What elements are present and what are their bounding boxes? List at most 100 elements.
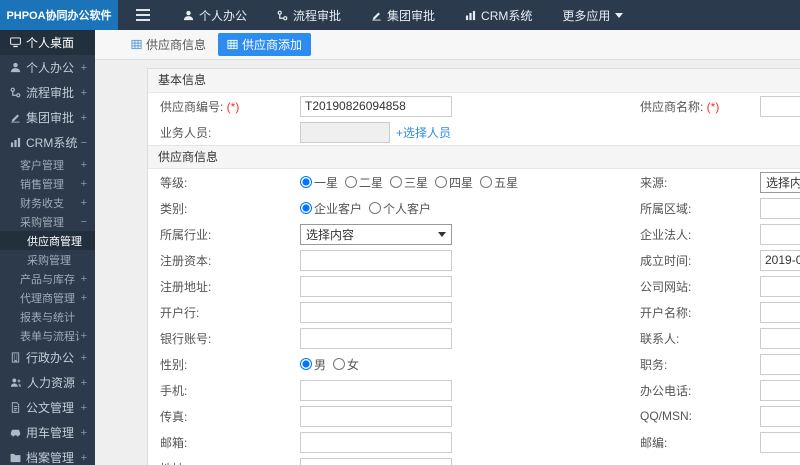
form-row: 性别: 男 女 职务:	[148, 351, 800, 377]
expand-marker: +	[80, 351, 87, 364]
radio-option[interactable]: 五星	[480, 174, 518, 191]
radio-option[interactable]: 女	[333, 356, 359, 373]
expand-marker: +	[80, 329, 87, 342]
field-label: 开户行:	[160, 305, 200, 320]
level-radios-2[interactable]	[390, 176, 403, 188]
radio-option[interactable]: 四星	[435, 174, 473, 191]
sidebar-item-product-inventory[interactable]: 产品与库存 +	[0, 269, 95, 288]
gender-radios-1[interactable]	[333, 358, 346, 370]
supplier-form: 基本信息供应商编号: (*) 供应商名称: (*) 业务人员: +选择人员供应商信息等…	[147, 68, 800, 465]
sidebar-item-supplier-mgmt[interactable]: 供应商管理	[0, 231, 95, 250]
sidebar-item-label: 报表与统计	[20, 311, 75, 324]
level-radios-1[interactable]	[345, 176, 358, 188]
bank-account-input[interactable]	[300, 327, 452, 349]
field-label: 注册地址:	[160, 279, 212, 294]
top-nav-crm-system[interactable]: CRM系统	[450, 0, 547, 30]
address-input[interactable]	[300, 457, 452, 465]
menu-toggle-button[interactable]	[118, 0, 168, 30]
sidebar-item-group-approval[interactable]: 集团审批 +	[0, 105, 95, 130]
top-nav-more-apps[interactable]: 更多应用	[547, 0, 638, 30]
level-radios-3[interactable]	[435, 176, 448, 188]
sidebar-item-form-flow-settings[interactable]: 表单与流程设置+	[0, 326, 95, 345]
sidebar-item-personal-office[interactable]: 个人办公 +	[0, 55, 95, 80]
nav-label: CRM系统	[481, 8, 533, 23]
level-radios-4[interactable]	[480, 176, 493, 188]
supplier-code-input[interactable]	[300, 95, 452, 117]
tab-supplier-add[interactable]: 供应商添加	[218, 33, 312, 56]
zip-input[interactable]	[760, 431, 800, 453]
radio-option[interactable]: 个人客户	[369, 200, 431, 217]
established-date-input[interactable]	[760, 249, 800, 271]
sidebar-item-admin-office[interactable]: 行政办公 +	[0, 345, 95, 370]
form-row: 类别: 企业客户 个人客户 所属区域:	[148, 195, 800, 221]
expand-marker: +	[80, 111, 87, 124]
source-select[interactable]: 选择内容	[760, 171, 800, 193]
email-input[interactable]	[300, 431, 452, 453]
sidebar-item-label: 采购管理	[20, 216, 64, 229]
radio-option[interactable]: 三星	[390, 174, 428, 191]
top-nav-group-approval[interactable]: 集团审批	[356, 0, 450, 30]
registered-capital-input[interactable]	[300, 249, 452, 271]
sidebar-item-reports-stats[interactable]: 报表与统计	[0, 307, 95, 326]
caret-down-icon	[615, 12, 624, 18]
top-nav: 个人办公 流程审批 集团审批 CRM系统 更多应用	[168, 0, 638, 30]
fax-input[interactable]	[300, 405, 452, 427]
mobile-input[interactable]	[300, 379, 452, 401]
bank-branch-input[interactable]	[300, 301, 452, 323]
category-radios-1[interactable]	[369, 202, 382, 214]
sidebar-item-archive-mgmt[interactable]: 档案管理 +	[0, 445, 95, 465]
sidebar-item-workflow-approval[interactable]: 流程审批 +	[0, 80, 95, 105]
registered-address-input[interactable]	[300, 275, 452, 297]
sidebar-item-label: 供应商管理	[27, 235, 82, 248]
sidebar-item-finance-income-expense[interactable]: 财务收支 +	[0, 193, 95, 212]
sidebar: 个人桌面个人办公 + 流程审批 + 集团审批 + CRM系统 − 客户管理 + 销售管理 + 财务收支 +…	[0, 30, 95, 465]
expand-marker: +	[80, 61, 87, 74]
field-label: 银行账号:	[160, 331, 212, 346]
flow-icon	[277, 10, 288, 21]
sidebar-item-personal-desktop[interactable]: 个人桌面	[0, 30, 95, 55]
sidebar-item-human-resources[interactable]: 人力资源 +	[0, 370, 95, 395]
radio-label: 三星	[404, 175, 429, 190]
radio-option[interactable]: 二星	[345, 174, 383, 191]
sidebar-item-sales-mgmt[interactable]: 销售管理 +	[0, 174, 95, 193]
account-name-input[interactable]	[760, 301, 800, 323]
sidebar-item-crm-system[interactable]: CRM系统 −	[0, 130, 95, 155]
sidebar-item-vehicle-mgmt[interactable]: 用车管理 +	[0, 420, 95, 445]
sidebar-item-agent-mgmt[interactable]: 代理商管理 +	[0, 288, 95, 307]
qq-msn-input[interactable]	[760, 405, 800, 427]
sidebar-item-label: 个人桌面	[26, 36, 75, 50]
category-radios-0[interactable]	[300, 202, 312, 214]
field-label: 传真:	[160, 409, 188, 424]
app-logo: PHPOA协同办公软件	[0, 0, 118, 30]
tab-supplier-info[interactable]: 供应商信息	[131, 36, 206, 53]
chart-icon	[10, 137, 21, 148]
doc-icon	[10, 402, 21, 413]
office-phone-input[interactable]	[760, 379, 800, 401]
top-nav-personal-office[interactable]: 个人办公	[168, 0, 262, 30]
radio-option[interactable]: 一星	[300, 174, 338, 191]
radio-option[interactable]: 男	[300, 356, 326, 373]
field-label: 邮箱:	[160, 435, 188, 450]
radio-option[interactable]: 企业客户	[300, 200, 362, 217]
contact-person-input[interactable]	[760, 327, 800, 349]
industry-select[interactable]: 选择内容	[300, 223, 452, 245]
region-input[interactable]	[760, 197, 800, 219]
gender-radios-0[interactable]	[300, 358, 312, 370]
sidebar-item-customer-mgmt[interactable]: 客户管理 +	[0, 155, 95, 174]
select-person-link[interactable]: +选择人员	[396, 124, 451, 141]
sidebar-item-document-mgmt[interactable]: 公文管理 +	[0, 395, 95, 420]
form-row: 传真: QQ/MSN:	[148, 403, 800, 429]
legal-person-input[interactable]	[760, 223, 800, 245]
field-label: 职务:	[640, 357, 668, 372]
expand-marker: −	[80, 215, 87, 228]
website-input[interactable]	[760, 275, 800, 297]
sidebar-item-purchase-mgmt[interactable]: 采购管理 −	[0, 212, 95, 231]
table-add-icon	[227, 39, 238, 50]
business-person-input[interactable]	[300, 121, 390, 143]
form-row: 开户行: 开户名称:	[148, 299, 800, 325]
top-nav-workflow-approval[interactable]: 流程审批	[262, 0, 356, 30]
sidebar-item-purchase[interactable]: 采购管理	[0, 250, 95, 269]
level-radios-0[interactable]	[300, 176, 312, 188]
position-input[interactable]	[760, 353, 800, 375]
supplier-name-input[interactable]	[760, 95, 800, 117]
